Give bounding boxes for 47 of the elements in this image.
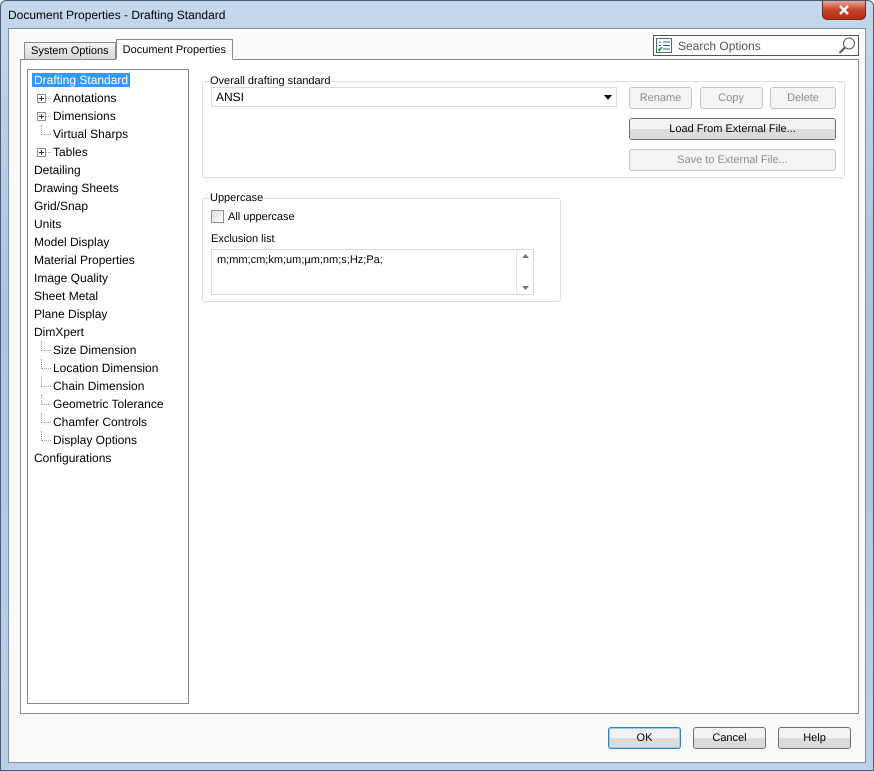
tree-item[interactable]: Units: [32, 217, 64, 231]
close-icon: [838, 5, 850, 15]
tree-item[interactable]: Tables: [51, 145, 90, 159]
checkbox[interactable]: [211, 210, 224, 223]
standard-dropdown[interactable]: ANSI: [211, 87, 617, 107]
close-button[interactable]: [822, 1, 866, 20]
tab[interactable]: System Options: [24, 42, 116, 59]
search-input[interactable]: Search Options: [676, 38, 834, 54]
dialog-button[interactable]: OK: [608, 727, 681, 749]
tree-item[interactable]: Image Quality: [32, 271, 110, 285]
window-title: Document Properties - Drafting Standard: [8, 8, 226, 22]
caret-icon: [604, 94, 612, 100]
tree-item[interactable]: DimXpert: [32, 325, 86, 339]
tree-item[interactable]: Location Dimension: [51, 361, 160, 375]
tree-item[interactable]: Virtual Sharps: [51, 127, 130, 141]
tree-item[interactable]: Configurations: [32, 451, 114, 465]
tree-item[interactable]: Sheet Metal: [32, 289, 100, 303]
tree-item[interactable]: Geometric Tolerance: [51, 397, 166, 411]
tree-item[interactable]: Annotations: [51, 91, 118, 105]
tree-item[interactable]: Display Options: [51, 433, 140, 447]
tab[interactable]: Document Properties: [116, 39, 233, 60]
tree-item[interactable]: Plane Display: [32, 307, 110, 321]
tree-item[interactable]: Drawing Sheets: [32, 181, 121, 195]
tree-item[interactable]: Chain Dimension: [51, 379, 146, 393]
scroll-down-icon[interactable]: [522, 286, 528, 290]
tree-item[interactable]: Model Display: [32, 235, 112, 249]
tree-item[interactable]: Grid/Snap: [32, 199, 90, 213]
tree-item[interactable]: Chamfer Controls: [51, 415, 150, 429]
search-icon[interactable]: [838, 37, 856, 54]
dialog-button[interactable]: Help: [778, 727, 851, 749]
expand-icon[interactable]: [37, 112, 46, 120]
field-label: Exclusion list: [211, 233, 275, 245]
expand-icon[interactable]: [37, 148, 46, 156]
exclusion-list-field[interactable]: m;mm;cm;km;um;µm;nm;s;Hz;Pa;: [211, 249, 534, 295]
tree-item[interactable]: Size Dimension: [51, 343, 138, 357]
scroll-up-icon[interactable]: [522, 254, 528, 258]
action-button[interactable]: Load From External File...: [629, 118, 836, 140]
group-title: Overall drafting standard: [209, 75, 332, 87]
checkbox-label: All uppercase: [228, 210, 295, 222]
search-field[interactable]: Search Options: [653, 35, 859, 56]
list-icon: [656, 38, 672, 53]
group-title: Uppercase: [209, 192, 264, 204]
tree-item[interactable]: Detailing: [32, 163, 83, 177]
tree-item[interactable]: Dimensions: [51, 109, 118, 123]
dialog-button[interactable]: Cancel: [693, 727, 766, 749]
tree-item[interactable]: Material Properties: [32, 253, 137, 267]
expand-icon[interactable]: [37, 94, 46, 102]
